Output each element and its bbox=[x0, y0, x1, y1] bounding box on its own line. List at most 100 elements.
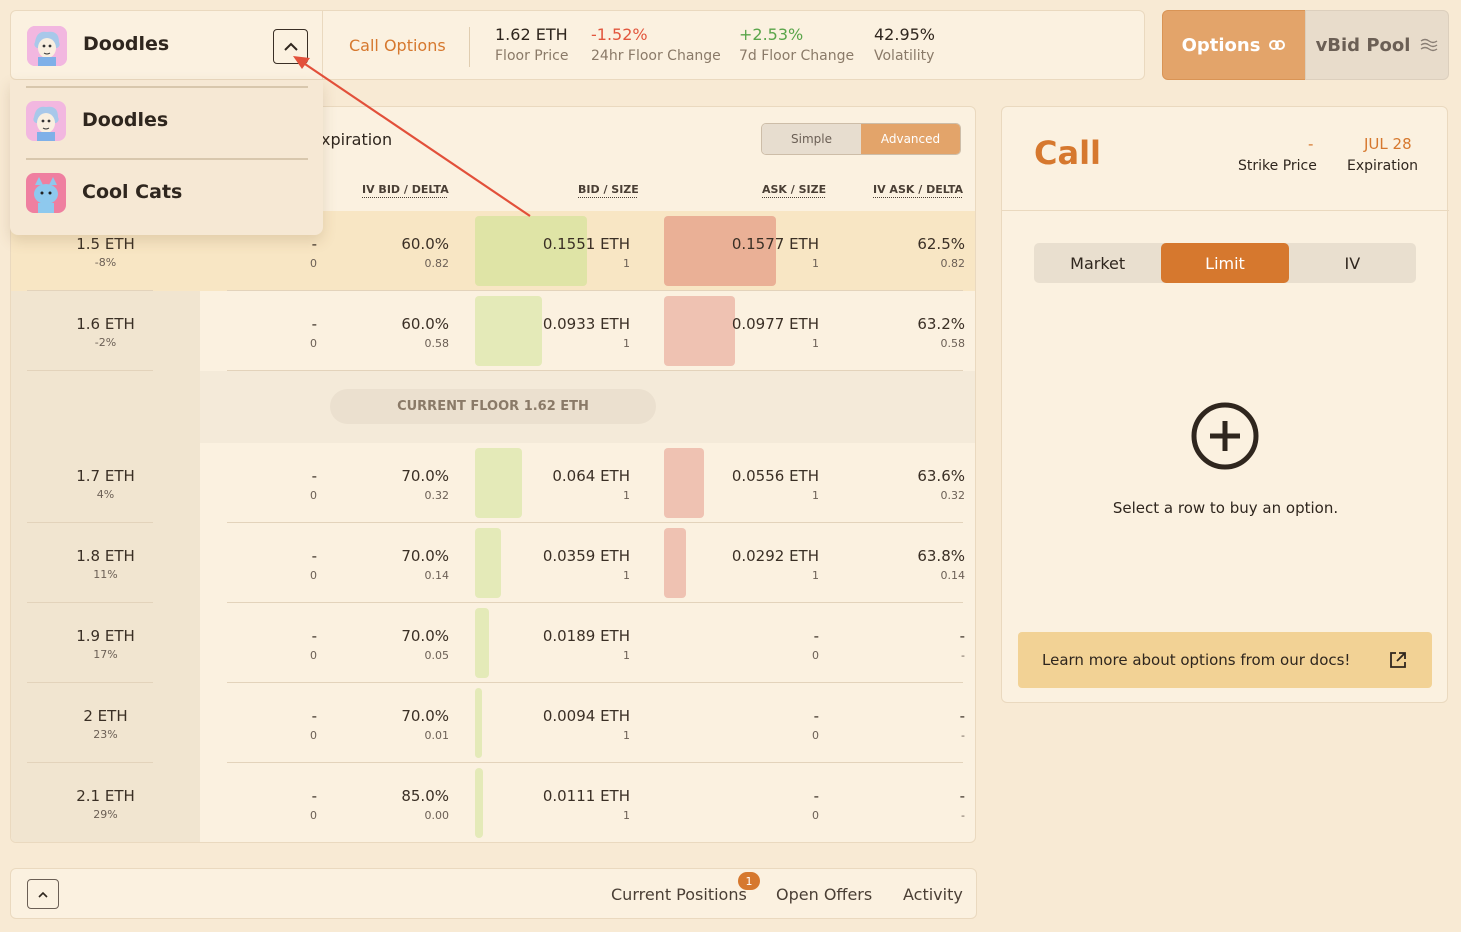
iv-ask-cell: -- bbox=[960, 787, 965, 822]
tab-market[interactable]: Market bbox=[1034, 243, 1161, 283]
cell-value: 0.0359 ETH bbox=[542, 547, 630, 565]
external-link-icon bbox=[1390, 652, 1406, 668]
table-row[interactable]: 1.7 ETH 4% -0 70.0% 0.32 0.064 ETH 1 0.0556 ETH… bbox=[11, 443, 975, 523]
bid-cell[interactable]: 0.064 ETH 1 bbox=[552, 467, 630, 502]
open-interest-cell: -0 bbox=[310, 707, 317, 742]
cell-sub: 1 bbox=[812, 337, 819, 350]
dropdown-item-cool-cats[interactable]: Cool Cats bbox=[26, 158, 308, 230]
expiration-label[interactable]: xpiration bbox=[321, 130, 392, 149]
stat-label: 24hr Floor Change bbox=[591, 48, 721, 64]
7d-change-stat: +2.53% 7d Floor Change bbox=[739, 25, 854, 64]
cell-sub: 1 bbox=[812, 489, 819, 502]
cell-value: - bbox=[813, 787, 819, 805]
dropdown-item-label: Cool Cats bbox=[82, 181, 183, 203]
collection-dropdown-toggle[interactable] bbox=[273, 29, 308, 64]
strike-pct: -8% bbox=[94, 256, 117, 269]
cool-cats-avatar-icon bbox=[26, 173, 66, 213]
cell-value: 63.2% bbox=[917, 315, 965, 333]
expand-panel-button[interactable] bbox=[27, 879, 59, 909]
ask-cell[interactable]: -0 bbox=[812, 787, 819, 822]
iv-bid-cell: 60.0% 0.82 bbox=[401, 235, 449, 270]
ask-cell[interactable]: 0.0556 ETH 1 bbox=[732, 467, 819, 502]
cell-value: 0.0933 ETH bbox=[542, 315, 630, 333]
call-options-tab[interactable]: Call Options bbox=[349, 36, 446, 55]
cell-sub: 0.82 bbox=[424, 257, 450, 270]
iv-ask-cell: -- bbox=[960, 707, 965, 742]
cell-sub: 1 bbox=[623, 809, 630, 822]
collection-dropdown-menu: Doodles Cool Cats bbox=[10, 80, 323, 235]
cell-value: 70.0% bbox=[401, 547, 449, 565]
bid-cell[interactable]: 0.0111 ETH 1 bbox=[543, 787, 630, 822]
mode-simple-button[interactable]: Simple bbox=[762, 124, 861, 154]
docs-link[interactable]: Learn more about options from our docs! bbox=[1018, 632, 1432, 688]
ask-cell[interactable]: -0 bbox=[812, 707, 819, 742]
bid-cell[interactable]: 0.0359 ETH 1 bbox=[543, 547, 630, 582]
strike-price: 1.5 ETH bbox=[76, 235, 135, 253]
mode-advanced-button[interactable]: Advanced bbox=[861, 124, 960, 154]
nav-vbid-pool-button[interactable]: vBid Pool bbox=[1305, 10, 1449, 80]
bid-depth-bar bbox=[475, 448, 522, 518]
ask-cell[interactable]: -0 bbox=[812, 627, 819, 662]
table-row[interactable]: 1.9 ETH 17% -0 70.0% 0.05 0.0189 ETH 1-0- - bbox=[11, 603, 975, 683]
bid-cell[interactable]: 0.1551 ETH 1 bbox=[543, 235, 630, 270]
ask-depth-bar bbox=[664, 296, 735, 366]
tab-current-positions[interactable]: Current Positions bbox=[611, 885, 747, 904]
tab-activity[interactable]: Activity bbox=[903, 885, 963, 904]
table-row[interactable]: 2 ETH 23% -0 70.0% 0.01 0.0094 ETH 1-0- - bbox=[11, 683, 975, 763]
table-row[interactable]: 1.8 ETH 11% -0 70.0% 0.14 0.0359 ETH 1 0.0292 E… bbox=[11, 523, 975, 603]
strike-pct: 11% bbox=[93, 568, 118, 581]
bid-cell[interactable]: 0.0189 ETH 1 bbox=[543, 627, 630, 662]
ask-cell[interactable]: 0.0292 ETH 1 bbox=[732, 547, 819, 582]
cell-value: - bbox=[311, 787, 317, 805]
cell-sub: 0.32 bbox=[940, 489, 966, 502]
link-icon bbox=[1269, 40, 1286, 50]
tab-limit[interactable]: Limit bbox=[1161, 243, 1289, 283]
cell-value: - bbox=[813, 627, 819, 645]
cell-value: - bbox=[311, 235, 317, 253]
ask-depth-bar bbox=[664, 528, 686, 598]
cell-value: 70.0% bbox=[401, 707, 449, 725]
tab-open-offers[interactable]: Open Offers bbox=[776, 885, 872, 904]
view-mode-toggle: Simple Advanced bbox=[761, 123, 961, 155]
dropdown-item-doodles[interactable]: Doodles bbox=[26, 86, 308, 158]
bid-cell[interactable]: 0.0933 ETH 1 bbox=[543, 315, 630, 350]
strike-price-label: Strike Price bbox=[1238, 158, 1317, 174]
nav-options-button[interactable]: Options bbox=[1162, 10, 1306, 80]
table-row[interactable]: 2.1 ETH 29% -0 85.0% 0.00 0.0111 ETH 1-0- - bbox=[11, 763, 975, 842]
docs-link-label: Learn more about options from our docs! bbox=[1042, 651, 1351, 669]
cell-sub: 0 bbox=[812, 649, 819, 662]
collection-selector[interactable]: Doodles bbox=[11, 11, 323, 81]
col-bid-size: BID / SIZE bbox=[578, 183, 639, 196]
iv-bid-cell: 70.0% 0.32 bbox=[401, 467, 449, 502]
strike-pct: 23% bbox=[93, 728, 118, 741]
dropdown-item-label: Doodles bbox=[82, 109, 169, 131]
order-divider bbox=[1002, 210, 1449, 211]
open-interest-cell: -0 bbox=[310, 547, 317, 582]
tab-iv[interactable]: IV bbox=[1289, 243, 1416, 283]
bid-cell[interactable]: 0.0094 ETH 1 bbox=[543, 707, 630, 742]
strike-cell: 1.8 ETH 11% bbox=[11, 547, 200, 581]
cell-value: 0.0189 ETH bbox=[542, 627, 630, 645]
table-row[interactable]: 1.6 ETH -2% -0 60.0% 0.58 0.0933 ETH 1 0.0977 E… bbox=[11, 291, 975, 371]
open-interest-cell: -0 bbox=[310, 627, 317, 662]
cell-value: 0.0556 ETH bbox=[731, 467, 819, 485]
iv-bid-cell: 60.0% 0.58 bbox=[401, 315, 449, 350]
cell-value: - bbox=[959, 627, 965, 645]
row-divider bbox=[27, 370, 153, 371]
cell-sub: - bbox=[961, 729, 965, 742]
iv-ask-cell: 62.5% 0.82 bbox=[917, 235, 965, 270]
cell-sub: 1 bbox=[623, 729, 630, 742]
stat-value: -1.52% bbox=[591, 25, 648, 44]
ask-cell[interactable]: 0.1577 ETH 1 bbox=[732, 235, 819, 270]
cell-sub: 1 bbox=[623, 649, 630, 662]
cell-sub: 0.14 bbox=[424, 569, 450, 582]
cell-value: 60.0% bbox=[401, 235, 449, 253]
cell-value: 63.6% bbox=[917, 467, 965, 485]
ask-cell[interactable]: 0.0977 ETH 1 bbox=[732, 315, 819, 350]
cell-value: 70.0% bbox=[401, 627, 449, 645]
cell-sub: 0.01 bbox=[424, 729, 450, 742]
open-interest-cell: -0 bbox=[310, 235, 317, 270]
strike-pct: 17% bbox=[93, 648, 118, 661]
cell-sub: 1 bbox=[623, 489, 630, 502]
bid-depth-bar bbox=[475, 296, 542, 366]
